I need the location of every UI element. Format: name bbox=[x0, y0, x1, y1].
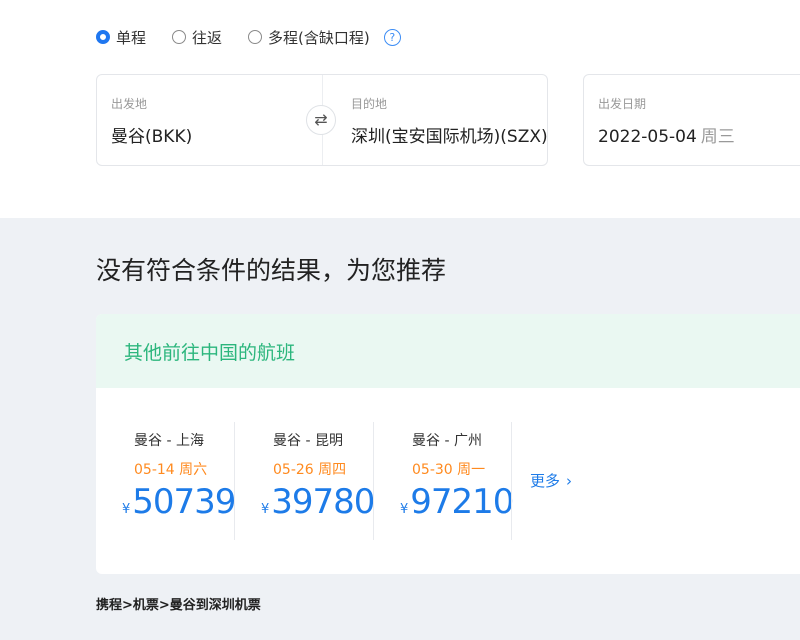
date-weekday: 周三 bbox=[700, 127, 735, 147]
trip-type-multicity[interactable]: 多程(含缺口程) bbox=[248, 27, 370, 48]
flight-divider bbox=[511, 422, 512, 540]
arrival-field[interactable]: 目的地 深圳(宝安国际机场)(SZX) bbox=[351, 75, 548, 165]
recommendation-title: 其他前往中国的航班 bbox=[124, 342, 296, 364]
currency-symbol: ¥ bbox=[261, 502, 270, 517]
recommendation-card: 其他前往中国的航班 曼谷 - 上海 05-14 周六 ¥50739 曼谷 - 昆… bbox=[96, 314, 800, 574]
trip-type-label: 单程 bbox=[116, 28, 147, 47]
flight-date: 05-26 周四 bbox=[273, 462, 347, 478]
more-label: 更多 bbox=[530, 472, 561, 490]
trip-type-label: 往返 bbox=[192, 28, 223, 47]
arrival-label: 目的地 bbox=[351, 97, 388, 111]
flight-card[interactable]: 曼谷 - 上海 05-14 周六 ¥50739 bbox=[96, 422, 236, 540]
flight-card[interactable]: 曼谷 - 昆明 05-26 周四 ¥39780 bbox=[235, 422, 375, 540]
date-label: 出发日期 bbox=[598, 97, 647, 111]
date-value[interactable]: 2022-05-04 周三 bbox=[598, 122, 735, 147]
currency-symbol: ¥ bbox=[400, 502, 409, 517]
flight-route: 曼谷 - 上海 bbox=[134, 433, 204, 449]
more-flights-link[interactable]: 更多 › bbox=[530, 470, 572, 491]
flight-price: ¥97210 bbox=[400, 482, 514, 522]
flight-route: 曼谷 - 昆明 bbox=[273, 433, 343, 449]
trip-type-selector: 单程 往返 多程(含缺口程) ? bbox=[96, 26, 401, 48]
radio-icon[interactable] bbox=[172, 30, 187, 44]
trip-type-roundtrip[interactable]: 往返 bbox=[172, 27, 222, 48]
chevron-right-icon: › bbox=[566, 472, 573, 490]
trip-type-label: 多程(含缺口程) bbox=[268, 28, 370, 47]
departure-field[interactable]: 出发地 曼谷(BKK) bbox=[111, 75, 311, 165]
departure-value[interactable]: 曼谷(BKK) bbox=[111, 122, 192, 147]
price-value: 39780 bbox=[271, 482, 375, 522]
route-selector: 出发地 曼谷(BKK) ⇄ 目的地 深圳(宝安国际机场)(SZX) bbox=[96, 74, 548, 166]
flight-date: 05-30 周一 bbox=[412, 462, 486, 478]
flight-date: 05-14 周六 bbox=[134, 462, 208, 478]
price-value: 97210 bbox=[410, 482, 514, 522]
departure-label: 出发地 bbox=[111, 97, 148, 111]
flight-route: 曼谷 - 广州 bbox=[412, 433, 482, 449]
swap-icon[interactable]: ⇄ bbox=[306, 105, 336, 135]
results-area: 没有符合条件的结果，为您推荐 其他前往中国的航班 曼谷 - 上海 05-14 周… bbox=[0, 218, 800, 640]
search-panel: 单程 往返 多程(含缺口程) ? 出发地 曼谷(BKK) ⇄ 目的地 深圳(宝安… bbox=[0, 0, 800, 218]
no-result-heading: 没有符合条件的结果，为您推荐 bbox=[96, 256, 447, 285]
price-value: 50739 bbox=[132, 482, 236, 522]
flight-price: ¥50739 bbox=[122, 482, 236, 522]
date-text: 2022-05-04 bbox=[598, 127, 697, 147]
radio-selected-icon[interactable] bbox=[96, 30, 110, 44]
trip-type-oneway[interactable]: 单程 bbox=[96, 27, 146, 48]
flight-price: ¥39780 bbox=[261, 482, 375, 522]
departure-date-field[interactable]: 出发日期 2022-05-04 周三 bbox=[583, 74, 800, 166]
arrival-value[interactable]: 深圳(宝安国际机场)(SZX) bbox=[351, 122, 548, 147]
radio-icon[interactable] bbox=[248, 30, 263, 44]
flight-card[interactable]: 曼谷 - 广州 05-30 周一 ¥97210 bbox=[374, 422, 514, 540]
breadcrumb[interactable]: 携程>机票>曼谷到深圳机票 bbox=[96, 594, 261, 613]
currency-symbol: ¥ bbox=[122, 502, 131, 517]
help-icon[interactable]: ? bbox=[383, 28, 401, 46]
